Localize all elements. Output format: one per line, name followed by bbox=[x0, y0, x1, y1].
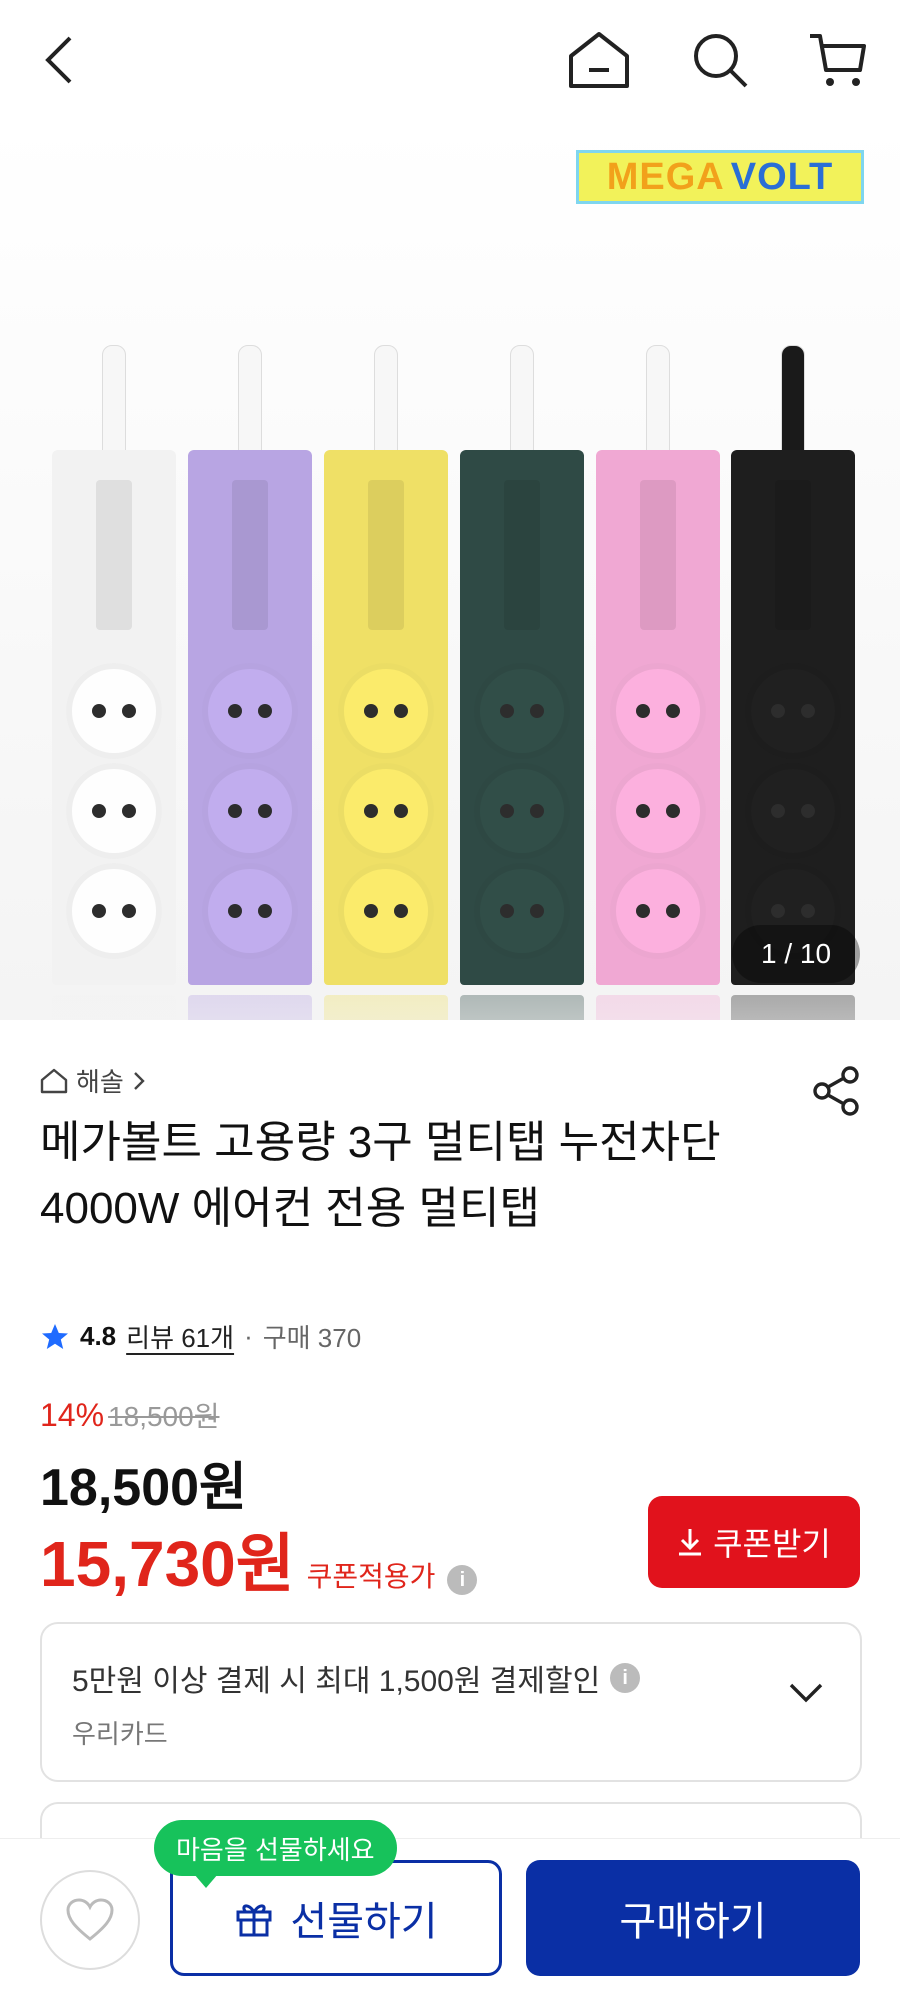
home-button[interactable] bbox=[567, 28, 631, 92]
discount-rate: 14% bbox=[40, 1397, 105, 1433]
discount-row: 14% 18,500원 bbox=[40, 1395, 219, 1435]
chevron-down-icon bbox=[789, 1683, 823, 1703]
home-icon bbox=[569, 32, 629, 88]
coupon-price-label: 쿠폰적용가 bbox=[306, 1561, 436, 1592]
card-promo-line: 5만원 이상 결제 시 최대 1,500원 결제할인 i bbox=[72, 1656, 641, 1700]
get-coupon-label: 쿠폰받기 bbox=[713, 1526, 831, 1562]
brand-name: 해솔 bbox=[76, 1067, 124, 1097]
sale-price: 18,500원 bbox=[40, 1459, 247, 1517]
cart-button[interactable] bbox=[806, 28, 870, 92]
info-icon[interactable]: i bbox=[447, 1565, 478, 1595]
separator-dot: · bbox=[244, 1321, 253, 1351]
power-strip bbox=[52, 345, 176, 1020]
original-price: 18,500원 bbox=[108, 1401, 220, 1432]
card-discount-promo[interactable]: 5만원 이상 결제 시 최대 1,500원 결제할인 i 우리카드 bbox=[40, 1622, 862, 1782]
gift-tooltip: 마음을 선물하세요 bbox=[154, 1820, 397, 1888]
heart-icon bbox=[66, 1898, 114, 1941]
gift-icon bbox=[236, 1904, 272, 1937]
power-strip bbox=[188, 345, 312, 1020]
power-strip bbox=[460, 345, 584, 1020]
search-button[interactable] bbox=[688, 28, 752, 92]
review-link[interactable]: 리뷰 61개 bbox=[126, 1318, 234, 1355]
product-title: 메가볼트 고용량 3구 멀티탭 누전차단 4000W 에어컨 전용 멀티탭 bbox=[40, 1118, 721, 1233]
buy-button[interactable]: 구매하기 bbox=[526, 1860, 860, 1976]
cart-icon bbox=[810, 34, 866, 86]
download-icon bbox=[679, 1529, 702, 1556]
purchase-count: 구매 370 bbox=[262, 1323, 362, 1353]
coupon-price-row: 15,730원 쿠폰적용가 i bbox=[40, 1513, 478, 1605]
rating-score: 4.8 bbox=[80, 1321, 117, 1351]
megavolt-logo: MEGA VOLT bbox=[576, 150, 864, 204]
coupon-price: 15,730원 bbox=[40, 1528, 295, 1600]
search-icon bbox=[694, 34, 748, 88]
get-coupon-button[interactable]: 쿠폰받기 bbox=[648, 1496, 860, 1588]
share-button[interactable] bbox=[812, 1065, 860, 1122]
brand-link[interactable]: 해솔 bbox=[40, 1062, 146, 1099]
home-small-icon bbox=[40, 1068, 68, 1093]
card-name: 우리카드 bbox=[72, 1719, 168, 1749]
gift-label: 선물하기 bbox=[290, 1900, 438, 1944]
chevron-left-icon bbox=[45, 36, 72, 84]
wishlist-button[interactable] bbox=[40, 1870, 140, 1970]
image-counter: 1 / 10 bbox=[732, 925, 860, 983]
back-button[interactable] bbox=[28, 28, 92, 92]
power-strip bbox=[324, 345, 448, 1020]
power-strip bbox=[731, 345, 855, 1020]
power-strip bbox=[596, 345, 720, 1020]
share-icon bbox=[813, 1066, 859, 1116]
rating-row: 4.8 리뷰 61개 · 구매 370 bbox=[40, 1318, 361, 1355]
gift-button[interactable]: 선물하기 bbox=[170, 1860, 502, 1976]
info-icon[interactable]: i bbox=[610, 1663, 641, 1693]
card-promo-text: 5만원 이상 결제 시 최대 1,500원 결제할인 bbox=[72, 1665, 601, 1698]
product-image-carousel[interactable]: MEGA VOLT 1 / 10 bbox=[0, 120, 900, 1020]
chevron-right-icon bbox=[133, 1071, 145, 1090]
star-icon bbox=[42, 1323, 68, 1349]
expand-button[interactable] bbox=[788, 1682, 824, 1709]
